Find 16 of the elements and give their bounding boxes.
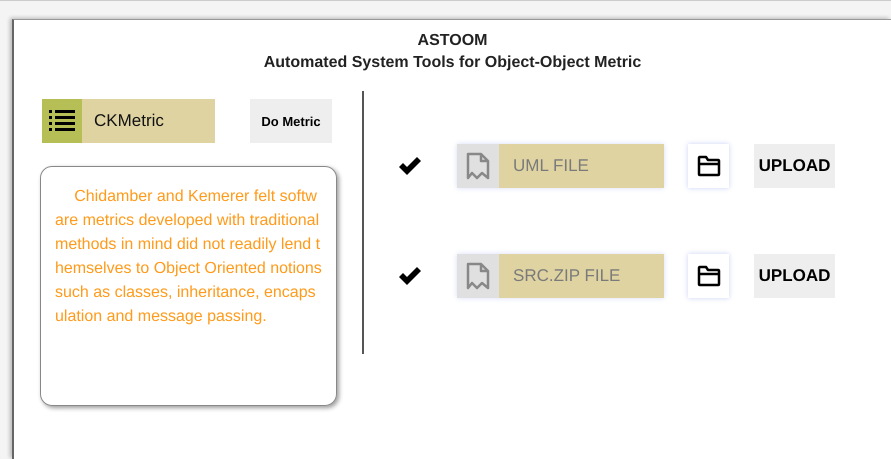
folder-icon <box>696 265 720 287</box>
description-text: Chidamber and Kemerer felt software metrics developed with traditional methods in mind did not readily lend themselves to Object Oriented notions such as classes, inheritance, encapsulation and message passing. <box>40 166 337 406</box>
app-subtitle: Automated System Tools for Object-Object Metric <box>262 53 642 73</box>
file-path-field[interactable]: SRC.ZIP FILE <box>499 254 664 298</box>
list-icon <box>49 109 75 133</box>
metric-dropdown[interactable]: CKMetric <box>42 99 215 143</box>
file-path-field[interactable]: UML FILE <box>499 144 664 188</box>
folder-icon <box>696 155 720 177</box>
do-metric-button[interactable]: Do Metric <box>250 99 332 143</box>
document-icon <box>466 152 490 180</box>
folder-button[interactable] <box>688 254 729 298</box>
upload-button[interactable]: UPLOAD <box>754 144 835 188</box>
upload-button[interactable]: UPLOAD <box>754 254 835 298</box>
folder-button[interactable] <box>688 144 729 188</box>
app-title: ASTOOM <box>416 31 488 51</box>
document-icon <box>466 262 490 290</box>
